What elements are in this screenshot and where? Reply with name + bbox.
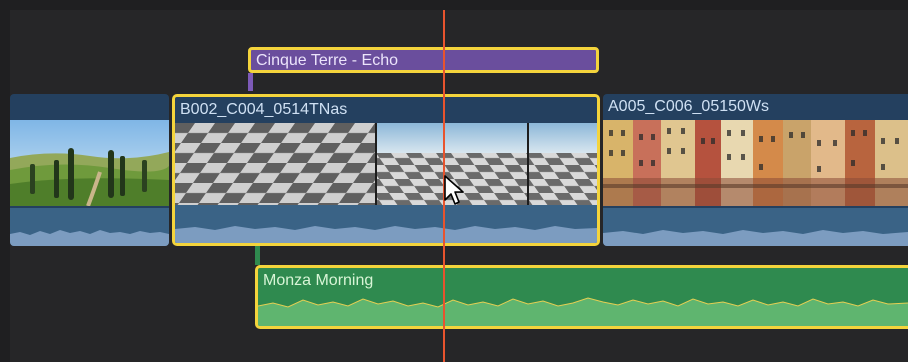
clip-audio-waveform <box>10 208 169 246</box>
title-clip-cinque-terre-echo[interactable]: Cinque Terre - Echo <box>248 47 599 73</box>
timeline[interactable]: Cinque Terre - Echo B002_C004_0514TNas A… <box>0 0 908 362</box>
audio-clip-label: Monza Morning <box>263 272 374 289</box>
video-clip-b002-c004[interactable]: B002_C004_0514TNas <box>172 94 600 246</box>
video-clip-tuscany[interactable] <box>10 94 169 246</box>
video-clip-label <box>10 94 169 120</box>
audio-clip-monza-morning[interactable]: Monza Morning <box>255 265 908 329</box>
clip-filmstrip <box>603 120 908 206</box>
video-clip-label: B002_C004_0514TNas <box>180 101 348 118</box>
clip-filmstrip <box>175 123 597 209</box>
audio-connector <box>255 245 260 265</box>
clip-audio-waveform <box>175 205 597 243</box>
audio-waveform <box>258 294 908 326</box>
video-clip-a005-c006[interactable]: A005_C006_05150Ws <box>603 94 908 246</box>
clip-audio-waveform <box>603 208 908 246</box>
title-connector <box>248 73 253 91</box>
video-clip-label: A005_C006_05150Ws <box>608 98 770 115</box>
title-clip-label: Cinque Terre - Echo <box>256 52 398 69</box>
arrow-pointer-icon <box>444 175 464 205</box>
clip-filmstrip <box>10 120 169 206</box>
thumbnail-landscape <box>10 120 169 206</box>
